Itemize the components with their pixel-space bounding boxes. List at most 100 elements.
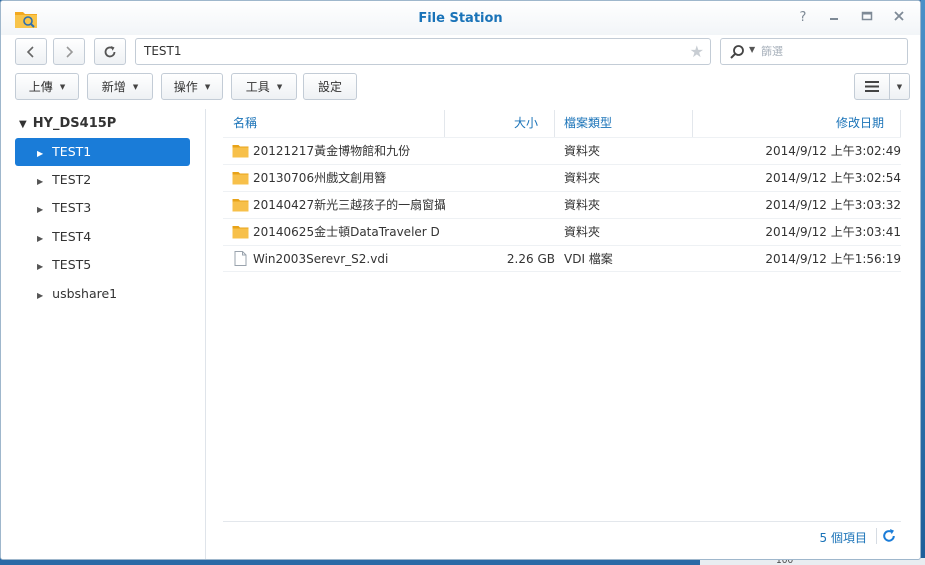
tree-item-test5[interactable]: ▶ TEST5	[15, 251, 190, 279]
folder-icon	[232, 199, 249, 212]
settings-label: 設定	[317, 80, 342, 94]
favorite-star-icon[interactable]: ★	[690, 39, 704, 64]
view-options-caret-icon[interactable]: ▼	[890, 83, 909, 91]
tree-item-label: TEST2	[52, 172, 92, 187]
file-name: 20140427新光三越孩子的一扇窗攝	[253, 198, 445, 212]
view-mode-button[interactable]: ▼	[854, 73, 910, 100]
expanded-triangle-icon[interactable]: ▼	[19, 119, 27, 130]
forward-button[interactable]	[53, 38, 85, 65]
list-view-icon[interactable]	[855, 74, 890, 99]
tree-item-label: TEST5	[52, 257, 92, 272]
dropdown-caret-icon: ▼	[59, 82, 66, 91]
file-name: 20121217黃金博物館和九份	[253, 144, 411, 158]
file-list: 名稱 大小 檔案類型 修改日期 20121217黃金博物館和九份 資料夾 201…	[223, 110, 913, 550]
tree-root-node[interactable]: ▼ HY_DS415P	[19, 116, 116, 131]
dropdown-caret-icon: ▼	[276, 82, 283, 91]
vertical-scrollbar[interactable]	[901, 137, 913, 521]
column-header-size[interactable]: 大小	[445, 110, 555, 137]
collapsed-triangle-icon[interactable]: ▶	[37, 234, 43, 243]
table-row[interactable]: Win2003Serevr_S2.vdi 2.26 GB VDI 檔案 2014…	[223, 245, 901, 272]
tree-item-test2[interactable]: ▶ TEST2	[15, 166, 190, 194]
collapsed-triangle-icon[interactable]: ▶	[37, 291, 43, 300]
file-station-window: File Station ? TEST1 ★ ▼ 上傳 ▼ 新增 ▼ 操作 ▼	[0, 0, 921, 560]
tree-item-label: usbshare1	[52, 286, 118, 301]
desktop-background-strip	[921, 0, 925, 565]
search-icon[interactable]	[729, 44, 745, 60]
file-name: 20140625金士頓DataTraveler D	[253, 225, 440, 239]
file-type: 資料夾	[564, 225, 601, 239]
settings-button[interactable]: 設定	[303, 73, 357, 100]
item-count: 5 個項目	[819, 531, 867, 545]
file-size: 2.26 GB	[506, 252, 555, 266]
refresh-icon	[104, 45, 116, 57]
refresh-button[interactable]	[94, 38, 126, 65]
collapsed-triangle-icon[interactable]: ▶	[37, 262, 43, 271]
dropdown-caret-icon: ▼	[204, 82, 211, 91]
column-header-modified[interactable]: 修改日期	[693, 110, 901, 137]
filter-search-box[interactable]: ▼	[720, 38, 908, 65]
collapsed-triangle-icon[interactable]: ▶	[37, 205, 43, 214]
tree-item-label: TEST3	[52, 200, 92, 215]
tree-item-label: TEST4	[52, 229, 92, 244]
chevron-left-icon	[26, 45, 34, 58]
table-row[interactable]: 20140427新光三越孩子的一扇窗攝 資料夾 2014/9/12 上午3:03…	[223, 191, 901, 218]
upload-label: 上傳	[28, 80, 53, 94]
column-header-name[interactable]: 名稱	[223, 110, 445, 137]
file-name: 20130706州戲文創用簪	[253, 171, 387, 185]
tools-button[interactable]: 工具 ▼	[231, 73, 297, 100]
file-modified: 2014/9/12 上午3:03:32	[765, 198, 901, 212]
status-footer: 5 個項目	[223, 521, 901, 549]
table-row[interactable]: 20130706州戲文創用簪 資料夾 2014/9/12 上午3:02:54	[223, 164, 901, 191]
folder-icon	[232, 145, 249, 158]
close-icon[interactable]	[891, 10, 907, 26]
refresh-icon[interactable]	[881, 528, 897, 544]
file-modified: 2014/9/12 上午1:56:19	[765, 252, 901, 266]
maximize-icon[interactable]	[859, 10, 875, 26]
folder-icon	[232, 172, 249, 185]
tree-item-test4[interactable]: ▶ TEST4	[15, 223, 190, 251]
file-size	[445, 192, 555, 218]
collapsed-triangle-icon[interactable]: ▶	[37, 177, 43, 186]
collapsed-triangle-icon[interactable]: ▶	[37, 149, 43, 158]
folder-icon	[232, 226, 249, 239]
path-text: TEST1	[144, 44, 182, 58]
create-button[interactable]: 新增 ▼	[87, 73, 153, 100]
folder-tree-sidebar: ▼ HY_DS415P ▶ TEST1 ▶ TEST2 ▶ TEST3 ▶ TEST4 ▶…	[1, 109, 206, 559]
search-options-caret-icon[interactable]: ▼	[749, 45, 755, 54]
action-label: 操作	[173, 80, 198, 94]
tree-root-label: HY_DS415P	[32, 116, 117, 131]
tree-item-label: TEST1	[52, 144, 92, 159]
action-button[interactable]: 操作 ▼	[161, 73, 223, 100]
title-bar[interactable]: File Station ?	[1, 1, 920, 35]
create-label: 新增	[101, 80, 126, 94]
file-size	[445, 219, 555, 245]
file-size	[445, 165, 555, 191]
dropdown-caret-icon: ▼	[132, 82, 139, 91]
help-icon[interactable]: ?	[795, 10, 811, 26]
tree-item-test3[interactable]: ▶ TEST3	[15, 194, 190, 222]
file-type: 資料夾	[564, 198, 601, 212]
table-row[interactable]: 20140625金士頓DataTraveler D 資料夾 2014/9/12 …	[223, 218, 901, 245]
file-type: VDI 檔案	[564, 252, 613, 266]
file-modified: 2014/9/12 上午3:02:49	[765, 144, 901, 158]
back-button[interactable]	[15, 38, 47, 65]
footer-divider	[876, 528, 877, 544]
file-size	[445, 138, 555, 164]
tools-label: 工具	[245, 80, 270, 94]
search-input[interactable]	[761, 42, 901, 61]
tree-item-test1[interactable]: ▶ TEST1	[15, 138, 190, 166]
path-bar[interactable]: TEST1 ★	[135, 38, 711, 65]
upload-button[interactable]: 上傳 ▼	[15, 73, 79, 100]
file-icon	[234, 251, 247, 266]
chevron-right-icon	[66, 45, 74, 58]
table-row[interactable]: 20121217黃金博物館和九份 資料夾 2014/9/12 上午3:02:49	[223, 137, 901, 164]
file-modified: 2014/9/12 上午3:03:41	[765, 225, 901, 239]
file-name: Win2003Serevr_S2.vdi	[253, 252, 389, 266]
file-type: 資料夾	[564, 171, 601, 185]
minimize-icon[interactable]	[826, 10, 842, 26]
window-title: File Station	[418, 11, 503, 26]
tree-item-usbshare1[interactable]: ▶ usbshare1	[15, 280, 190, 308]
file-type: 資料夾	[564, 144, 601, 158]
file-modified: 2014/9/12 上午3:02:54	[765, 171, 901, 185]
column-header-type[interactable]: 檔案類型	[555, 110, 693, 137]
